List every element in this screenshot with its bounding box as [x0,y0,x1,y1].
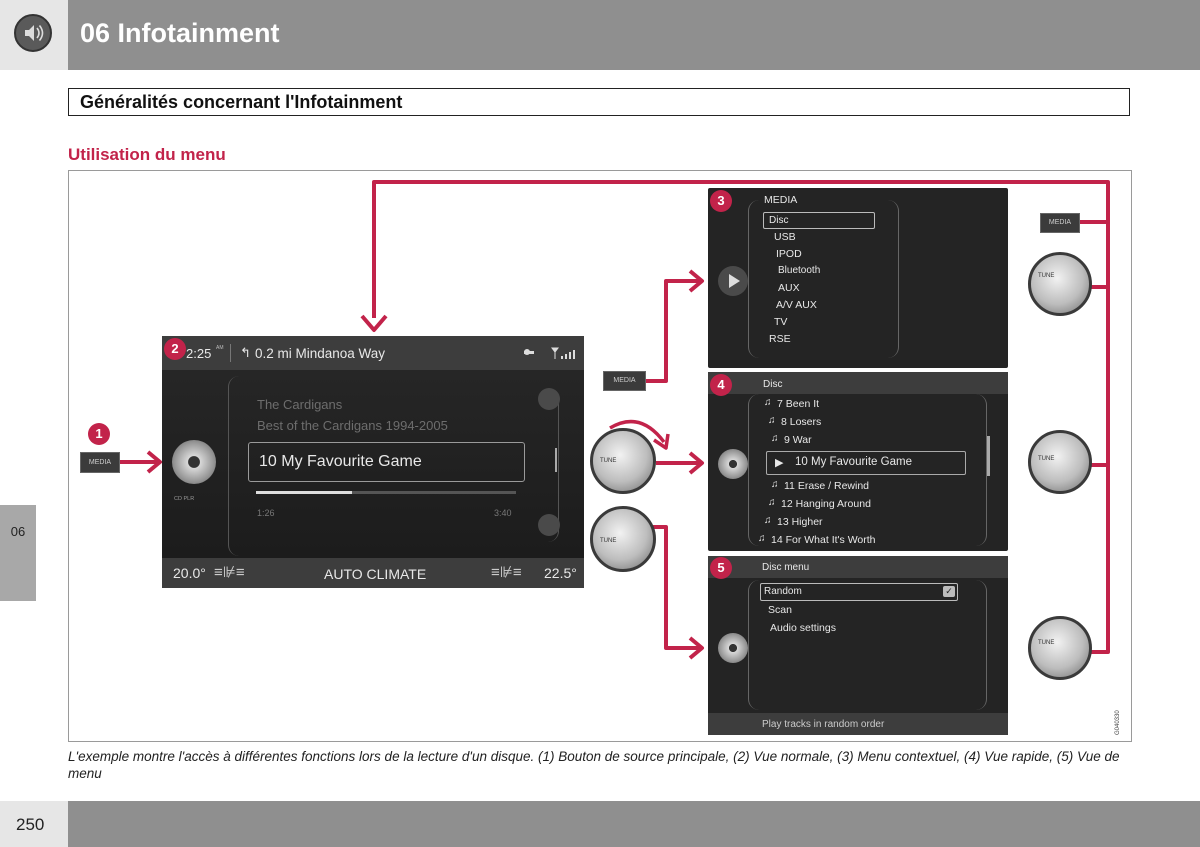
quick-track-10[interactable]: 10 My Favourite Game [795,456,912,468]
context-item-rse[interactable]: RSE [769,333,791,345]
temp-left: 20.0° [173,565,206,581]
badge-5: 5 [710,557,732,579]
track-note-icon: ♫ [764,397,772,408]
context-left-arc [748,200,759,358]
context-item-ipod[interactable]: IPOD [776,248,802,260]
footer-bar [68,801,1200,847]
quick-right-arc [976,394,987,546]
seat-heat-left-icon[interactable]: ≡⊯≡ [214,563,245,581]
quick-track-13[interactable]: 13 Higher [777,516,823,528]
nav-text: 0.2 mi Mindanoa Way [255,346,386,361]
quick-scroll-indicator [987,436,990,476]
context-item-bluetooth[interactable]: Bluetooth [778,265,820,276]
menu-right-arc [976,580,987,710]
temp-right: 22.5° [544,565,577,581]
tune-knob-right-2[interactable] [1028,430,1092,494]
track-note-icon: ♫ [771,433,779,444]
clock-suffix: AM [216,345,224,351]
duration-time: 3:40 [494,508,512,518]
tune-knob-right-3[interactable] [1028,616,1092,680]
play-icon: ▶ [775,457,784,469]
scroll-down-icon[interactable] [538,514,560,536]
quick-track-7[interactable]: 7 Been It [777,398,819,410]
tune-knob-right-1[interactable] [1028,252,1092,316]
signal-icon [524,346,578,365]
menu-left-arc [748,580,759,710]
media-button[interactable]: MEDIA [80,452,120,473]
left-bezel-arc [228,376,239,556]
menu-view-footer: Play tracks in random order [762,719,885,730]
seat-heat-right-icon[interactable]: ≡⊯≡ [491,563,522,581]
tune-knob-label-r3: TUNE [1038,640,1055,646]
track-note-icon: ♫ [768,497,776,508]
quick-track-8[interactable]: 8 Losers [781,416,821,428]
quick-view-disc-icon [718,449,748,479]
play-source-icon [718,266,748,296]
tune-knob-label-2: TUNE [600,538,617,544]
figure-caption: L'exemple montre l'accès à différentes f… [68,749,1120,781]
quick-track-12[interactable]: 12 Hanging Around [781,498,871,510]
quick-view-title: Disc [763,379,783,390]
quick-view-title-bar [708,372,1008,394]
elapsed-time: 1:26 [257,508,275,518]
page-number: 250 [16,815,45,834]
context-item-usb[interactable]: USB [774,231,796,243]
track-note-icon: ♫ [758,533,766,544]
quick-track-11[interactable]: 11 Erase / Rewind [784,480,869,492]
album-name: Best of the Cardigans 1994-2005 [257,418,448,433]
context-item-tv[interactable]: TV [774,316,787,328]
menu-item-audio-settings[interactable]: Audio settings [770,622,836,634]
track-title: 10 My Favourite Game [259,453,422,470]
status-divider [230,344,231,362]
menu-item-scan[interactable]: Scan [768,604,792,616]
menu-view-title-bar [708,556,1008,578]
badge-1: 1 [88,423,110,445]
badge-2: 2 [164,338,186,360]
disc-label: CD PLR [174,496,195,502]
quick-left-arc [748,394,759,546]
context-item-aux[interactable]: AUX [778,282,800,294]
badge-3: 3 [710,190,732,212]
disc-icon [172,440,216,484]
scroll-indicator [555,448,557,472]
track-note-icon: ♫ [771,479,779,490]
context-item-disc[interactable]: Disc [769,215,788,226]
track-note-icon: ♫ [768,415,776,426]
media-button-right[interactable]: MEDIA [1040,213,1080,233]
badge-4: 4 [710,374,732,396]
media-button-secondary[interactable]: MEDIA [603,371,646,391]
tune-knob-label: TUNE [600,458,617,464]
tune-knob-label-r1: TUNE [1038,273,1055,279]
menu-view-title: Disc menu [762,562,810,573]
progress-fill [256,491,352,494]
quick-track-9[interactable]: 9 War [784,434,812,446]
quick-track-14[interactable]: 14 For What It's Worth [771,534,876,546]
context-right-arc [888,200,899,358]
checkbox-checked-icon[interactable]: ✓ [943,586,955,597]
menu-item-random[interactable]: Random [764,586,802,597]
climate-label: AUTO CLIMATE [324,566,427,582]
turn-arrow-icon: ↰ [240,345,251,360]
figure-code: G040330 [1115,710,1121,735]
track-note-icon: ♫ [764,515,772,526]
tune-knob-label-r2: TUNE [1038,456,1055,462]
artist-name: The Cardigans [257,397,343,412]
context-item-av-aux[interactable]: A/V AUX [776,299,817,311]
clock-time: 2:25 [186,346,212,361]
menu-view-disc-icon [718,633,748,663]
context-menu-title: MEDIA [764,194,798,206]
scroll-up-icon[interactable] [538,388,560,410]
